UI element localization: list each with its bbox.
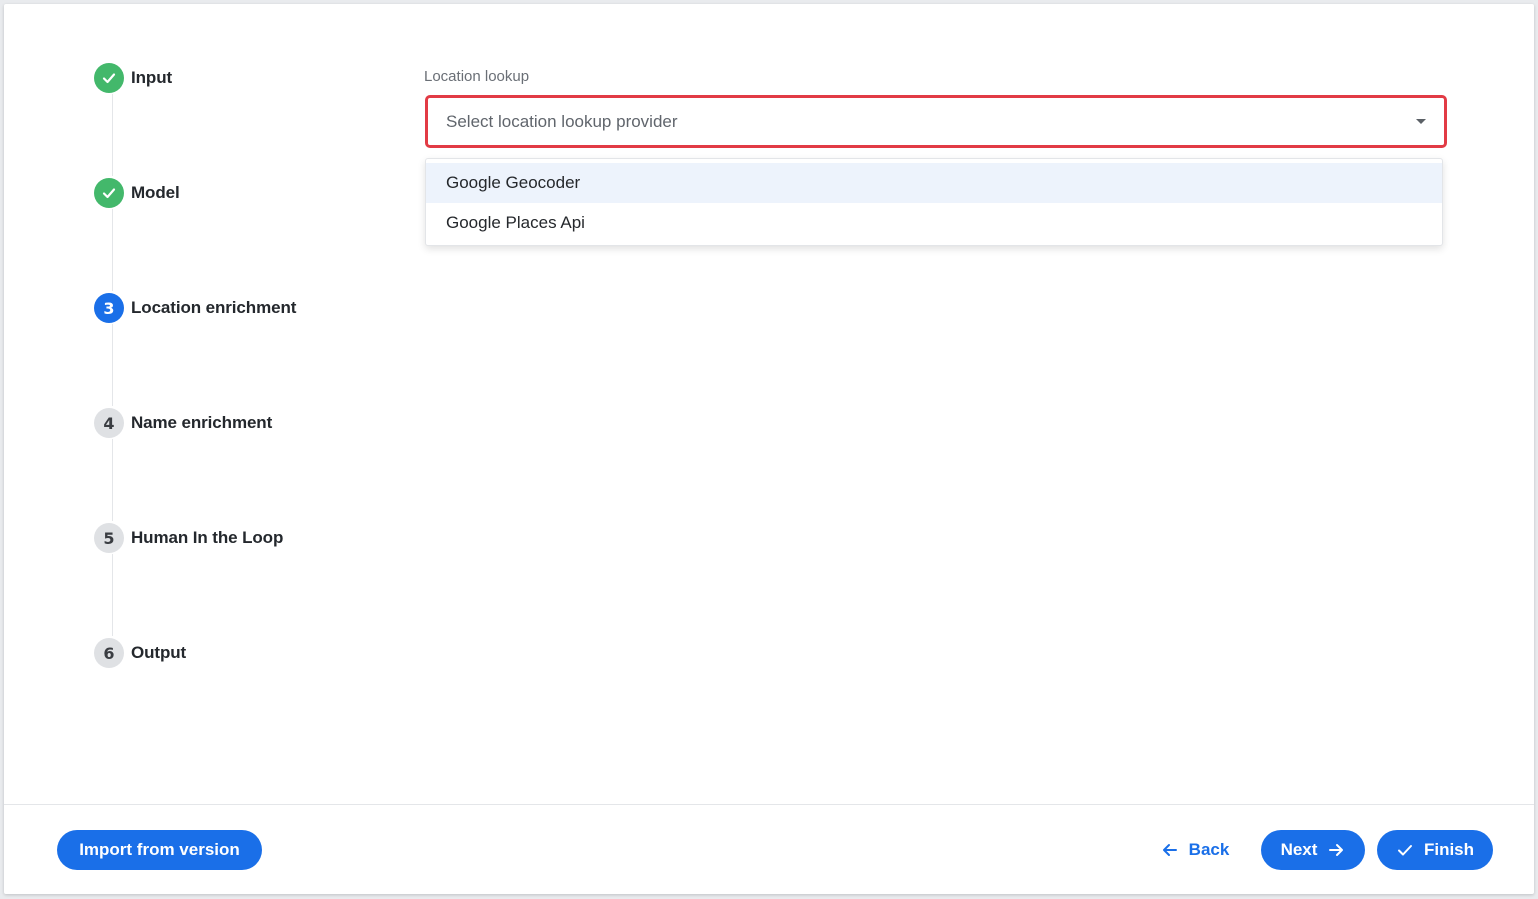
step-label: Input — [131, 68, 173, 87]
select-placeholder: Select location lookup provider — [446, 111, 678, 131]
button-label: Next — [1280, 840, 1318, 859]
back-button[interactable]: Back — [1150, 830, 1240, 870]
step-label: Model — [131, 183, 180, 202]
location-lookup-label: Location lookup — [424, 68, 530, 85]
location-lookup-dropdown: Google Geocoder Google Places Api — [425, 158, 1443, 246]
option-google-geocoder[interactable]: Google Geocoder — [426, 163, 1442, 203]
arrow-left-icon — [1162, 844, 1177, 856]
footer-divider — [4, 804, 1534, 805]
import-from-version-button[interactable]: Import from version — [57, 830, 262, 870]
step-number-badge: 6 — [94, 638, 124, 668]
step-input[interactable]: Input — [94, 62, 172, 94]
wizard-card: Input Model 3 Location enrichment 4 Name… — [4, 4, 1534, 894]
caret-down-icon[interactable] — [1416, 119, 1426, 124]
step-location-enrichment[interactable]: 3 Location enrichment — [94, 292, 296, 324]
step-label: Location enrichment — [131, 298, 297, 317]
check-icon — [94, 63, 124, 93]
check-icon — [94, 178, 124, 208]
button-label: Back — [1188, 840, 1230, 859]
step-connector — [112, 209, 113, 291]
step-name-enrichment[interactable]: 4 Name enrichment — [94, 407, 272, 439]
step-model[interactable]: Model — [94, 177, 180, 209]
step-connector — [112, 554, 113, 636]
next-button[interactable]: Next — [1261, 830, 1365, 870]
button-label: Finish — [1423, 840, 1475, 859]
step-connector — [112, 94, 113, 176]
step-number-badge: 5 — [94, 523, 124, 553]
step-connector — [112, 324, 113, 406]
step-label: Name enrichment — [131, 413, 273, 432]
step-label: Output — [131, 643, 187, 662]
step-human-in-the-loop[interactable]: 5 Human In the Loop — [94, 522, 283, 554]
step-number-badge: 3 — [94, 293, 124, 323]
button-label: Import from version — [79, 840, 240, 859]
step-connector — [112, 439, 113, 521]
arrow-right-icon — [1329, 844, 1344, 856]
check-icon — [1397, 845, 1412, 856]
location-lookup-select[interactable]: Select location lookup provider — [425, 95, 1447, 148]
option-google-places-api[interactable]: Google Places Api — [426, 203, 1442, 243]
finish-button[interactable]: Finish — [1377, 830, 1493, 870]
step-label: Human In the Loop — [131, 528, 284, 547]
step-output[interactable]: 6 Output — [94, 637, 186, 669]
step-number-badge: 4 — [94, 408, 124, 438]
